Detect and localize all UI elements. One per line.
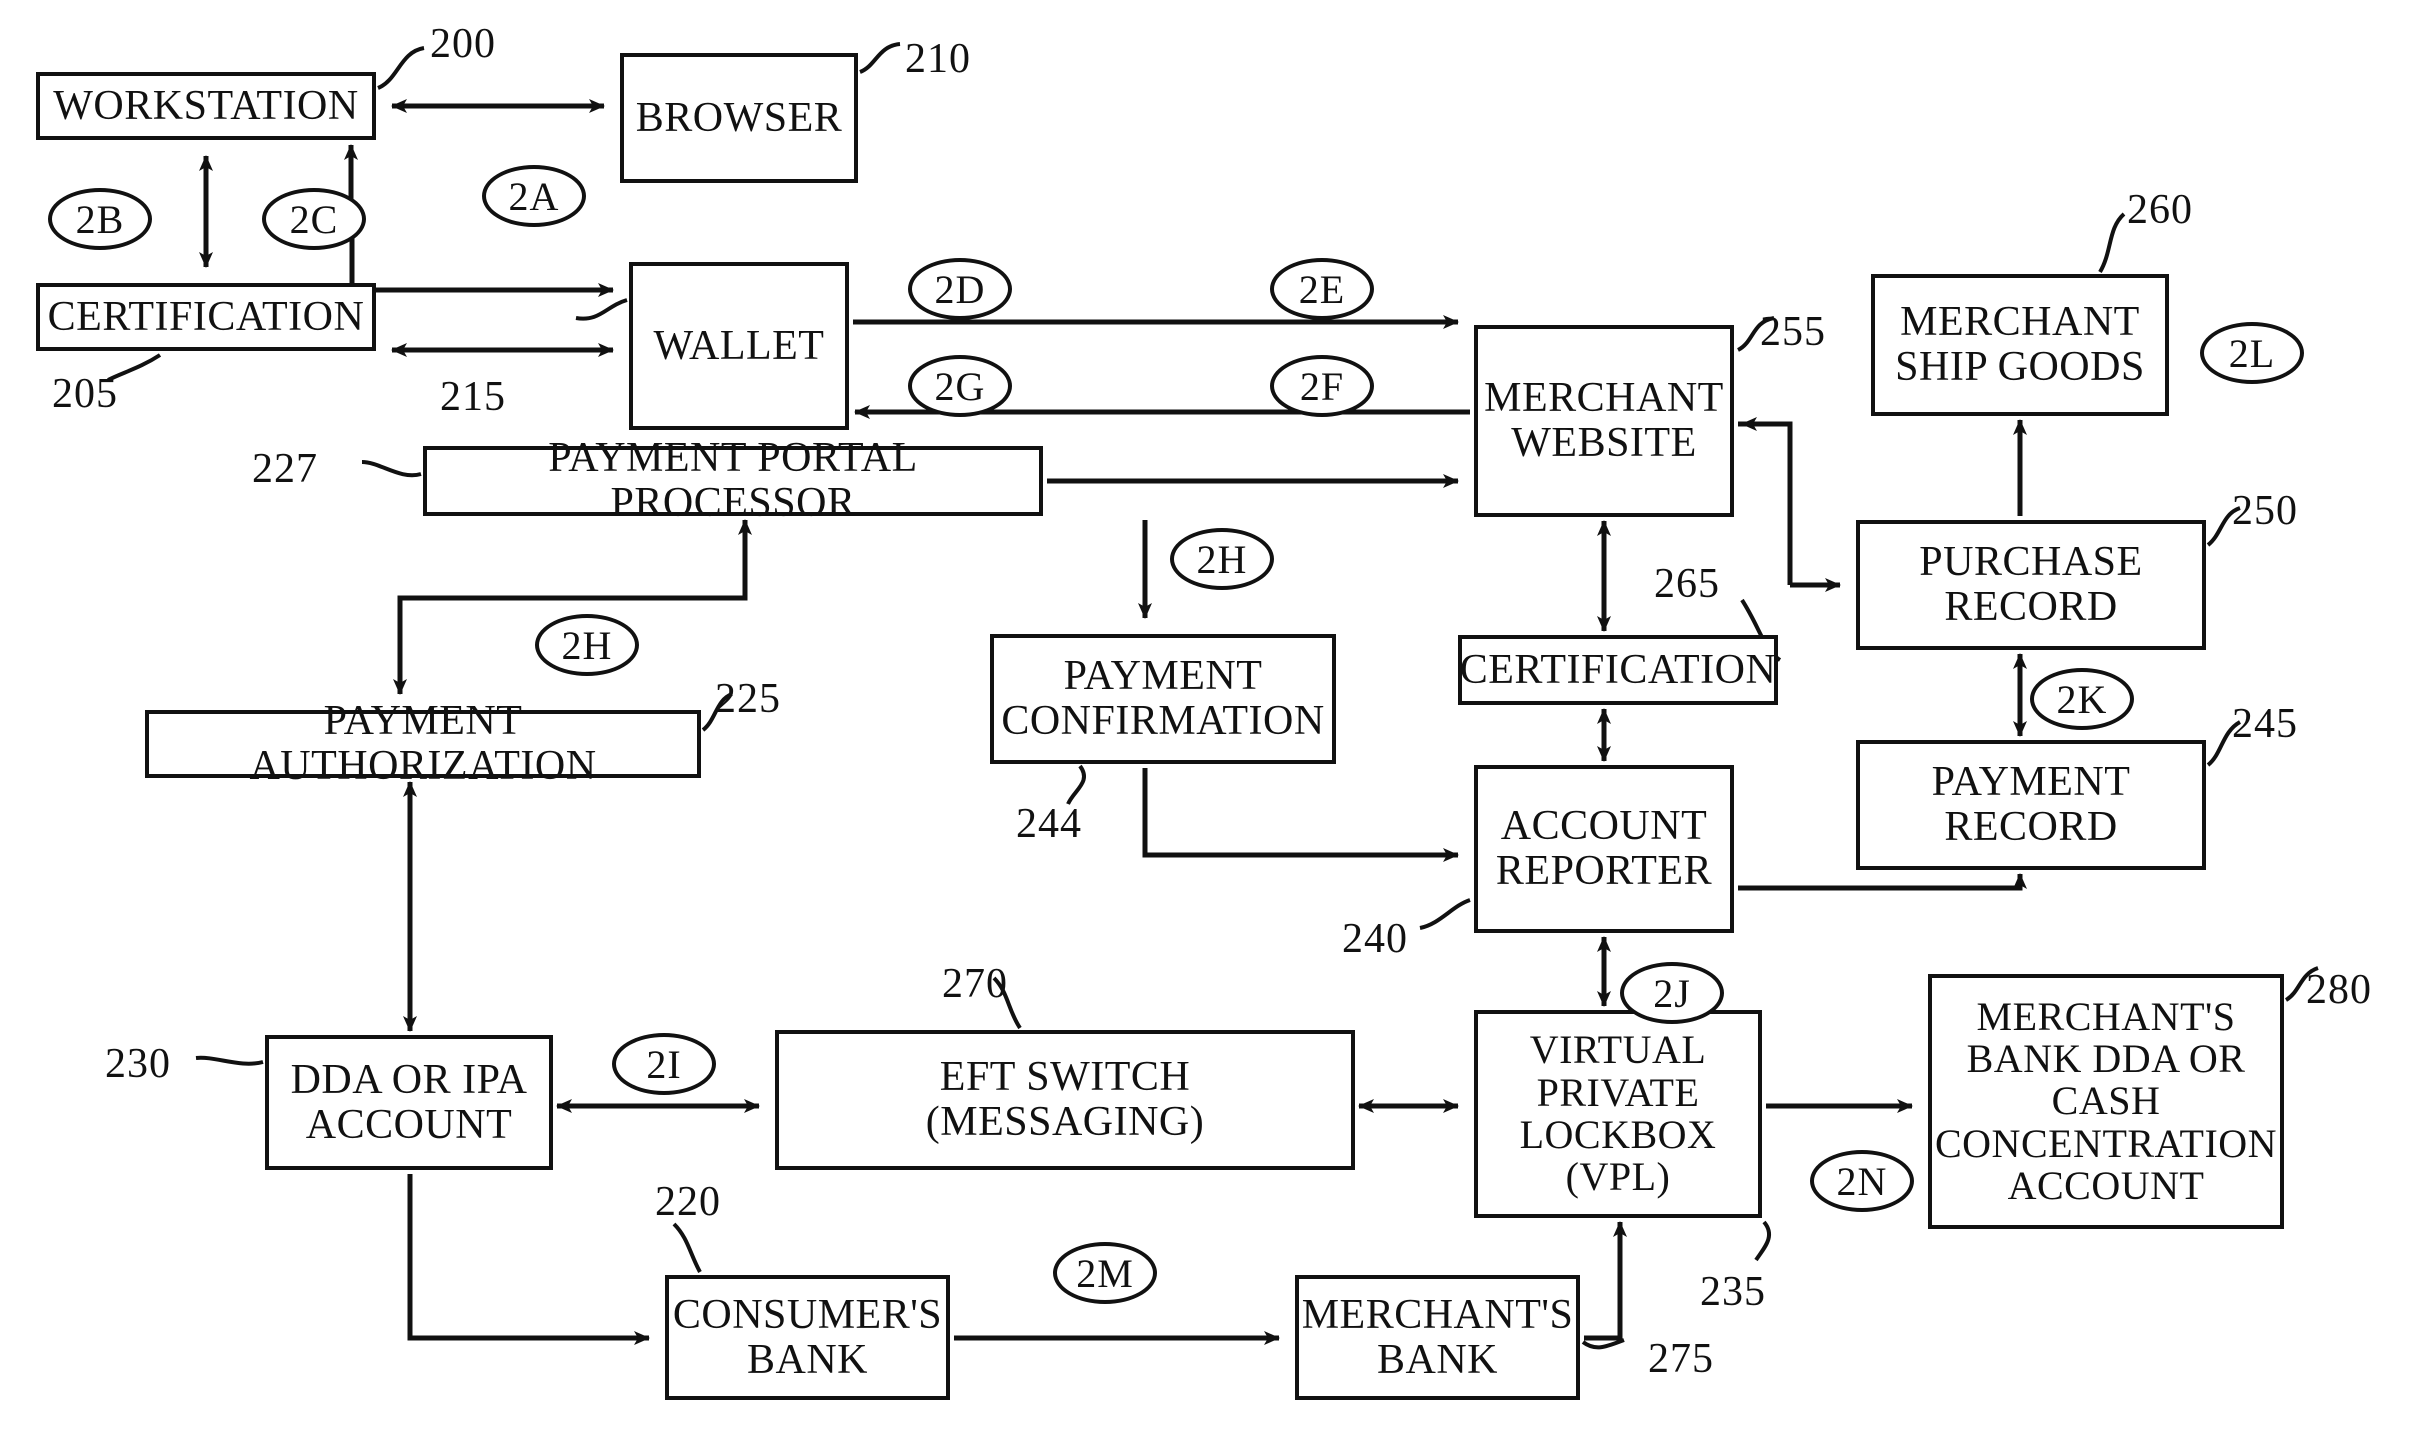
ref-numeral-270: 270 [942,961,1008,1007]
node-virtual-private-lockbox[interactable]: VIRTUAL PRIVATE LOCKBOX (VPL) [1474,1010,1762,1218]
ref-numeral-235: 235 [1700,1269,1766,1315]
step-marker-2m: 2M [1053,1242,1157,1304]
ref-numeral-230: 230 [105,1041,171,1087]
step-marker-2f: 2F [1270,355,1374,417]
step-marker-2a: 2A [482,165,586,227]
node-dda-or-ipa-account[interactable]: DDA OR IPA ACCOUNT [265,1035,553,1170]
ref-numeral-210: 210 [905,36,971,82]
node-label-eft-switch: EFT SWITCH (MESSAGING) [925,1054,1205,1145]
conn-merchantsbank-vpl [1584,1221,1627,1341]
node-label-wallet: WALLET [653,322,825,369]
ref-numeral-250: 250 [2232,488,2298,534]
node-label-browser: BROWSER [635,94,843,141]
node-payment-portal-processor[interactable]: PAYMENT PORTAL PROCESSOR [423,436,1043,525]
step-marker-2e: 2E [1270,258,1374,320]
ref-numeral-265: 265 [1654,561,1720,607]
node-label-certification-mid: CERTIFICATION [1459,646,1777,693]
ref-numeral-275: 275 [1648,1336,1714,1382]
ref-numeral-215: 215 [440,374,506,420]
node-label-payment-record: PAYMENT RECORD [1931,759,2131,850]
patent-figure-canvas: WORKSTATION BROWSER CERTIFICATION WALLET… [0,0,2431,1447]
node-merchants-bank[interactable]: MERCHANT'S BANK [1295,1275,1580,1400]
ref-numeral-255: 255 [1760,309,1826,355]
node-merchants-bank-dda[interactable]: MERCHANT'S BANK DDA OR CASH CONCENTRATIO… [1928,974,2284,1229]
node-label-payment-portal-processor: PAYMENT PORTAL PROCESSOR [548,435,918,526]
node-consumers-bank[interactable]: CONSUMER'S BANK [665,1275,950,1400]
node-payment-confirmation[interactable]: PAYMENT CONFIRMATION [990,634,1336,764]
node-label-certification-top: CERTIFICATION [47,293,365,340]
node-label-account-reporter: ACCOUNT REPORTER [1495,803,1713,894]
ref-numeral-260: 260 [2127,187,2193,233]
node-payment-authorization[interactable]: PAYMENT AUTHORIZATION [145,699,701,788]
ref-numeral-244: 244 [1016,801,1082,847]
step-marker-2n: 2N [1810,1150,1914,1212]
step-marker-2g: 2G [908,355,1012,417]
ref-numeral-220: 220 [655,1179,721,1225]
ref-numeral-205: 205 [52,371,118,417]
step-marker-2d: 2D [908,258,1012,320]
step-marker-2j: 2J [1620,962,1724,1024]
node-merchant-website[interactable]: MERCHANT WEBSITE [1474,325,1734,517]
node-label-virtual-private-lockbox: VIRTUAL PRIVATE LOCKBOX (VPL) [1519,1027,1717,1200]
node-label-purchase-record: PURCHASE RECORD [1919,539,2143,630]
node-label-merchants-bank: MERCHANT'S BANK [1301,1291,1574,1383]
node-label-payment-confirmation: PAYMENT CONFIRMATION [1001,653,1325,744]
node-label-merchant-website: MERCHANT WEBSITE [1484,375,1724,466]
ref-numeral-200: 200 [430,21,496,67]
node-workstation[interactable]: WORKSTATION [36,72,376,140]
ref-numeral-240: 240 [1342,916,1408,962]
step-marker-2b: 2B [48,188,152,250]
node-merchant-ship-goods[interactable]: MERCHANT SHIP GOODS [1871,274,2169,416]
node-label-consumers-bank: CONSUMER'S BANK [672,1291,943,1383]
node-label-merchants-bank-dda: MERCHANT'S BANK DDA OR CASH CONCENTRATIO… [1934,993,2278,1209]
conn-dda-consumersbank [407,1174,650,1345]
node-eft-switch[interactable]: EFT SWITCH (MESSAGING) [775,1030,1355,1170]
step-marker-2h-confirmation: 2H [1170,528,1274,590]
conn-merchantwebsite-purchaserecord-trunk [1738,421,1793,585]
ref-numeral-245: 245 [2232,701,2298,747]
ref-numeral-225: 225 [715,676,781,722]
ref-numeral-227: 227 [252,446,318,492]
node-purchase-record[interactable]: PURCHASE RECORD [1856,520,2206,650]
node-label-payment-authorization: PAYMENT AUTHORIZATION [249,698,597,789]
step-marker-2i: 2I [612,1033,716,1095]
ref-numeral-280: 280 [2306,967,2372,1013]
node-label-workstation: WORKSTATION [53,82,359,129]
node-certification-mid[interactable]: CERTIFICATION [1458,635,1778,705]
node-payment-record[interactable]: PAYMENT RECORD [1856,740,2206,870]
step-marker-2h-authorization: 2H [535,614,639,676]
node-certification-top[interactable]: CERTIFICATION [36,283,376,351]
node-label-dda-or-ipa-account: DDA OR IPA ACCOUNT [290,1056,528,1148]
step-marker-2c: 2C [262,188,366,250]
node-browser[interactable]: BROWSER [620,53,858,183]
step-marker-2k: 2K [2030,668,2134,730]
node-label-merchant-ship-goods: MERCHANT SHIP GOODS [1895,299,2145,390]
node-account-reporter[interactable]: ACCOUNT REPORTER [1474,765,1734,933]
conn-2a-wallet [349,207,614,297]
conn-paymentconfirm-accountreporter [1142,768,1459,862]
step-marker-2l: 2L [2200,322,2304,384]
node-wallet[interactable]: WALLET [629,262,849,430]
conn-accountreporter-paymentrecord [1738,873,2027,891]
